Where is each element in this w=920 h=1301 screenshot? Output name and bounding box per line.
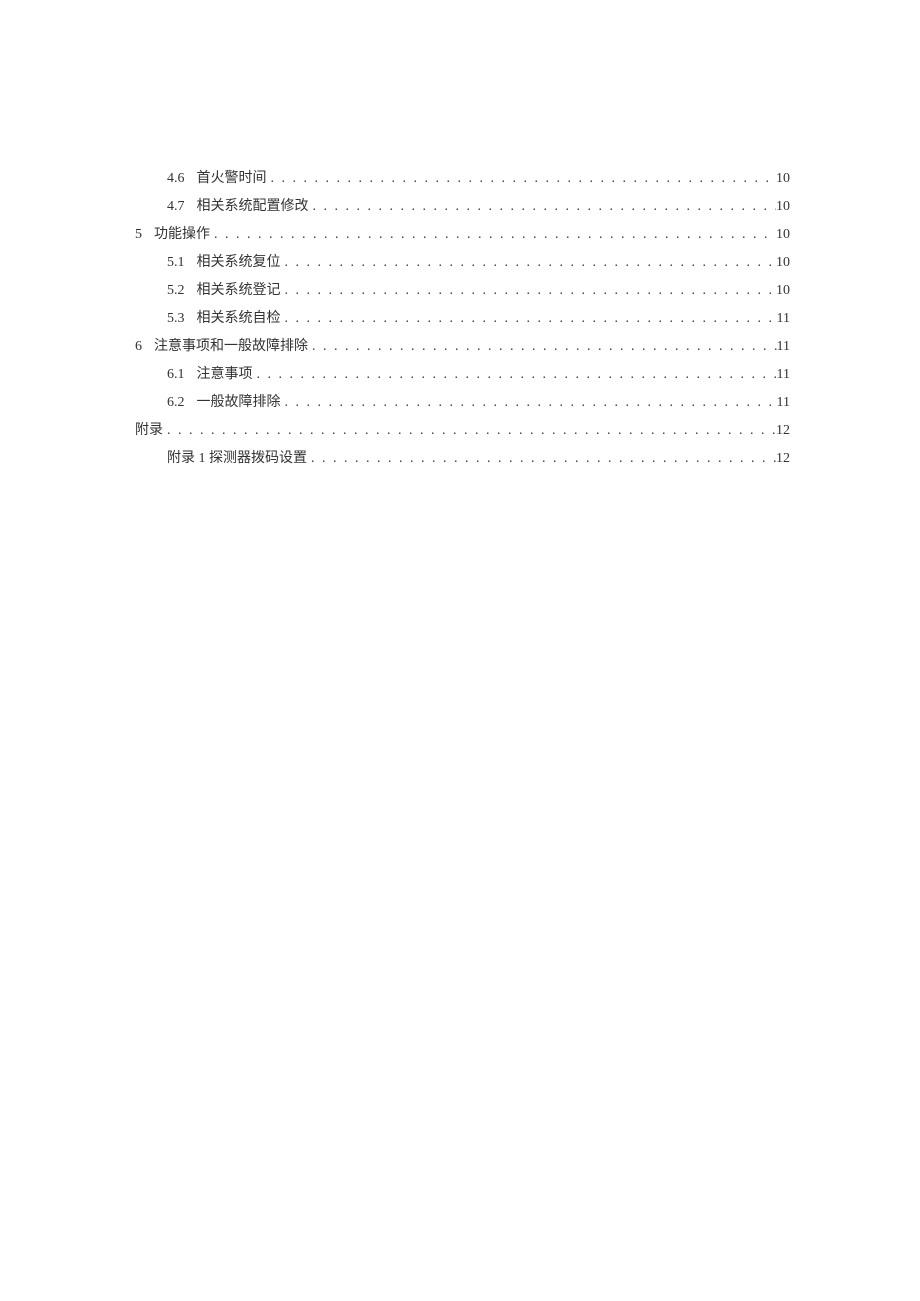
toc-leader-dots [281,305,777,333]
toc-entry: 4.7 相关系统配置修改 10 [135,193,790,221]
toc-number: 6 [135,333,142,361]
toc-title: 相关系统配置修改 [185,193,309,221]
toc-number: 5 [135,221,142,249]
toc-number: 6.2 [167,389,185,417]
toc-page-number: 10 [776,249,790,277]
toc-leader-dots [210,221,776,249]
toc-page-number: 10 [776,165,790,193]
toc-page-number: 10 [776,193,790,221]
toc-page-number: 12 [776,445,790,473]
toc-leader-dots [281,389,777,417]
toc-number: 4.7 [167,193,185,221]
toc-page-number: 10 [776,221,790,249]
toc-page-number: 10 [776,277,790,305]
toc-page-number: 12 [776,417,790,445]
toc-leader-dots [307,445,776,473]
toc-entry: 5.3 相关系统自检 11 [135,305,790,333]
toc-entry: 附录 1 探测器拨码设置 12 [135,445,790,473]
toc-leader-dots [267,165,777,193]
toc-entry: 附录 12 [135,417,790,445]
toc-number: 4.6 [167,165,185,193]
toc-number: 6.1 [167,361,185,389]
toc-leader-dots [309,193,777,221]
toc-page-number: 11 [777,361,790,389]
toc-page-number: 11 [777,333,790,361]
toc-title: 功能操作 [142,221,210,249]
toc-entry: 6.1 注意事项 11 [135,361,790,389]
toc-entry: 4.6 首火警时间 10 [135,165,790,193]
toc-entry: 5.2 相关系统登记 10 [135,277,790,305]
toc-title: 首火警时间 [185,165,267,193]
toc-leader-dots [253,361,777,389]
toc-title: 相关系统复位 [185,249,281,277]
table-of-contents: 4.6 首火警时间 10 4.7 相关系统配置修改 10 5 功能操作 10 5… [135,165,790,473]
toc-title: 一般故障排除 [185,389,281,417]
toc-page-number: 11 [777,389,790,417]
toc-leader-dots [281,277,777,305]
toc-entry: 5 功能操作 10 [135,221,790,249]
toc-title: 注意事项和一般故障排除 [142,333,308,361]
toc-entry: 6 注意事项和一般故障排除 11 [135,333,790,361]
toc-title: 附录 1 探测器拨码设置 [167,445,307,473]
toc-entry: 5.1 相关系统复位 10 [135,249,790,277]
toc-number: 5.3 [167,305,185,333]
toc-page-number: 11 [777,305,790,333]
toc-title: 相关系统登记 [185,277,281,305]
toc-entry: 6.2 一般故障排除 11 [135,389,790,417]
toc-title: 注意事项 [185,361,253,389]
toc-number: 5.1 [167,249,185,277]
toc-leader-dots [163,417,776,445]
toc-title: 附录 [135,417,163,445]
toc-leader-dots [281,249,777,277]
toc-title: 相关系统自检 [185,305,281,333]
toc-leader-dots [308,333,777,361]
toc-number: 5.2 [167,277,185,305]
